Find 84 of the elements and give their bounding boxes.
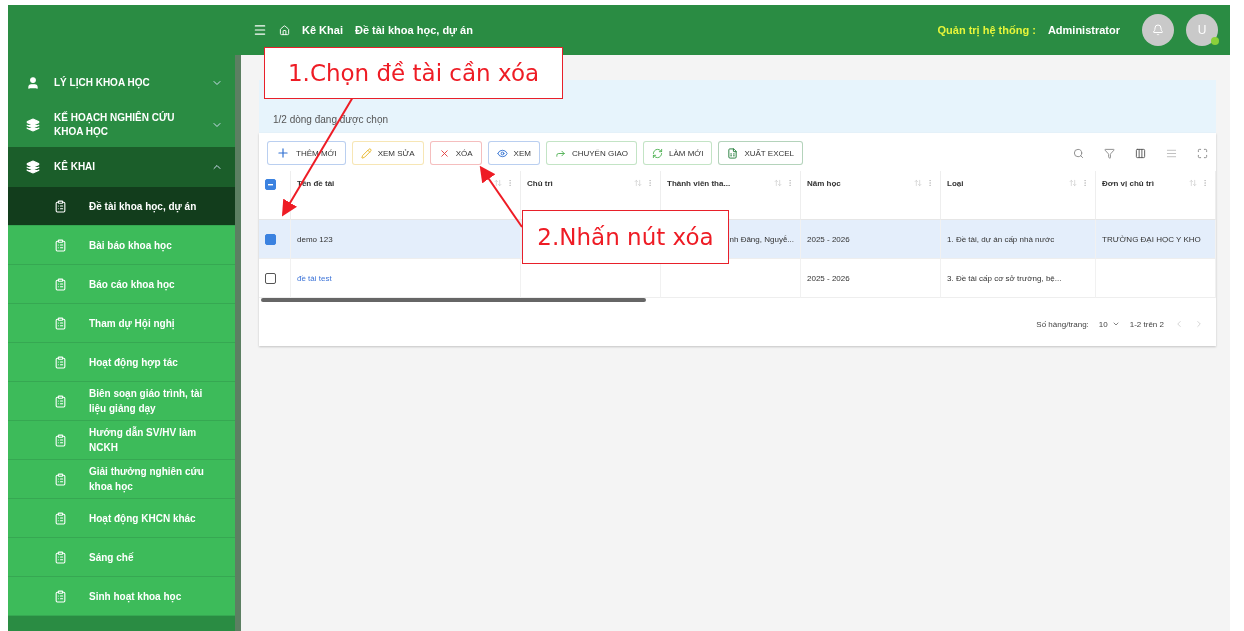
callout-label: 1.Chọn đề tài cần xóa [264, 47, 563, 99]
plus-icon [276, 146, 290, 160]
sidebar-group[interactable]: KÊ KHAI [8, 147, 235, 187]
stack-icon [26, 118, 40, 132]
sidebar-item[interactable]: Đề tài khoa học, dự án [8, 187, 235, 226]
row-checkbox[interactable] [265, 233, 276, 245]
menu-icon[interactable] [253, 23, 267, 37]
breadcrumb-item[interactable]: Đề tài khoa học, dự án [354, 24, 473, 36]
clipboard-icon [54, 472, 67, 486]
table-cell: 3. Đề tài cấp cơ sở trường, bệ... [941, 259, 1096, 298]
toolbar-button[interactable]: XEM [487, 141, 540, 165]
column-menu-icon[interactable] [786, 179, 794, 187]
refresh-icon [651, 147, 663, 159]
column-menu-icon[interactable] [1081, 179, 1089, 187]
column-header[interactable]: Chủ trì [527, 179, 630, 188]
breadcrumb-item[interactable]: Kê Khai [302, 24, 343, 36]
rows-per-page-select[interactable]: 10 [1098, 319, 1120, 329]
select-all-checkbox[interactable] [265, 179, 276, 190]
column-header[interactable]: Đơn vị chủ trì [1102, 179, 1185, 188]
column-menu-icon[interactable] [506, 179, 514, 187]
sidebar-group[interactable]: LÝ LỊCH KHOA HỌC [8, 63, 235, 103]
stack-icon [26, 160, 40, 174]
clipboard-icon [54, 394, 67, 408]
toolbar-button[interactable]: XÓA [429, 141, 482, 165]
home-icon[interactable] [279, 24, 290, 36]
toolbar-button[interactable]: XEM SỬA [351, 141, 424, 165]
bell-icon [1152, 24, 1164, 36]
filter-icon[interactable] [1104, 147, 1115, 159]
table-cell: 2025 - 2026 [801, 220, 941, 259]
toolbar-button[interactable]: CHUYỂN GIAO [545, 141, 637, 165]
topic-name-cell[interactable]: demo 123 [291, 220, 521, 259]
notification-button[interactable] [1142, 14, 1174, 46]
sort-icon[interactable] [634, 179, 642, 187]
column-header[interactable]: Loại [947, 179, 1065, 188]
search-icon[interactable] [1073, 147, 1084, 159]
clipboard-icon [54, 199, 67, 213]
column-header[interactable]: Thành viên tha... [667, 179, 770, 188]
topic-name-cell[interactable]: đề tài test [291, 259, 521, 298]
eye-icon [496, 147, 508, 159]
role-label: Quản trị hệ thống : [937, 24, 1036, 36]
minus-icon [268, 183, 273, 186]
clipboard-icon [54, 238, 67, 252]
toolbar-button[interactable]: LÀM MỚI [642, 141, 713, 165]
clipboard-icon [54, 433, 67, 447]
page-range: 1-2 trên 2 [1129, 319, 1164, 329]
callout-label: 2.Nhấn nút xóa [522, 210, 729, 264]
fullscreen-icon[interactable] [1197, 147, 1208, 159]
previous-page-icon[interactable] [1174, 319, 1184, 329]
online-dot [1211, 37, 1219, 45]
sort-icon[interactable] [1069, 179, 1077, 187]
sort-icon[interactable] [494, 179, 502, 187]
column-header[interactable]: Năm học [807, 179, 910, 188]
clipboard-icon [54, 550, 67, 564]
density-icon[interactable] [1166, 147, 1177, 159]
horizontal-scrollbar[interactable] [261, 298, 646, 302]
column-menu-icon[interactable] [646, 179, 654, 187]
spreadsheet-icon [727, 147, 739, 159]
sidebar-group[interactable]: KẾ HOẠCH NGHIÊN CỨU KHOA HỌC [8, 103, 235, 147]
table-cell: 2025 - 2026 [801, 259, 941, 298]
next-page-icon[interactable] [1194, 319, 1204, 329]
sort-icon[interactable] [914, 179, 922, 187]
toolbar-button[interactable]: XUẤT EXCEL [718, 141, 804, 165]
table-cell: TRƯỜNG ĐẠI HỌC Y KHO [1096, 220, 1216, 259]
person-icon [26, 76, 40, 90]
toolbar-button[interactable]: THÊM MỚI [267, 141, 346, 165]
clipboard-icon [54, 355, 67, 369]
row-checkbox[interactable] [265, 272, 276, 284]
clipboard-icon [54, 511, 67, 525]
close-icon [438, 147, 450, 159]
column-menu-icon[interactable] [926, 179, 934, 187]
clipboard-icon [54, 316, 67, 330]
caret-icon [1111, 320, 1120, 328]
clipboard-icon [54, 589, 67, 603]
columns-icon[interactable] [1135, 147, 1146, 159]
rows-per-page-label: Số hàng/trang: [1036, 319, 1089, 329]
clipboard-icon [54, 277, 67, 291]
sort-icon[interactable] [1189, 179, 1197, 187]
user-name: Administrator [1047, 24, 1120, 36]
selection-count: 1/2 dòng đang được chọn [273, 114, 388, 125]
sort-icon[interactable] [774, 179, 782, 187]
column-menu-icon[interactable] [1201, 179, 1209, 187]
arrow [479, 165, 523, 228]
table-cell: 1. Đề tài, dự án cấp nhà nước [941, 220, 1096, 259]
pencil-icon [360, 147, 372, 159]
